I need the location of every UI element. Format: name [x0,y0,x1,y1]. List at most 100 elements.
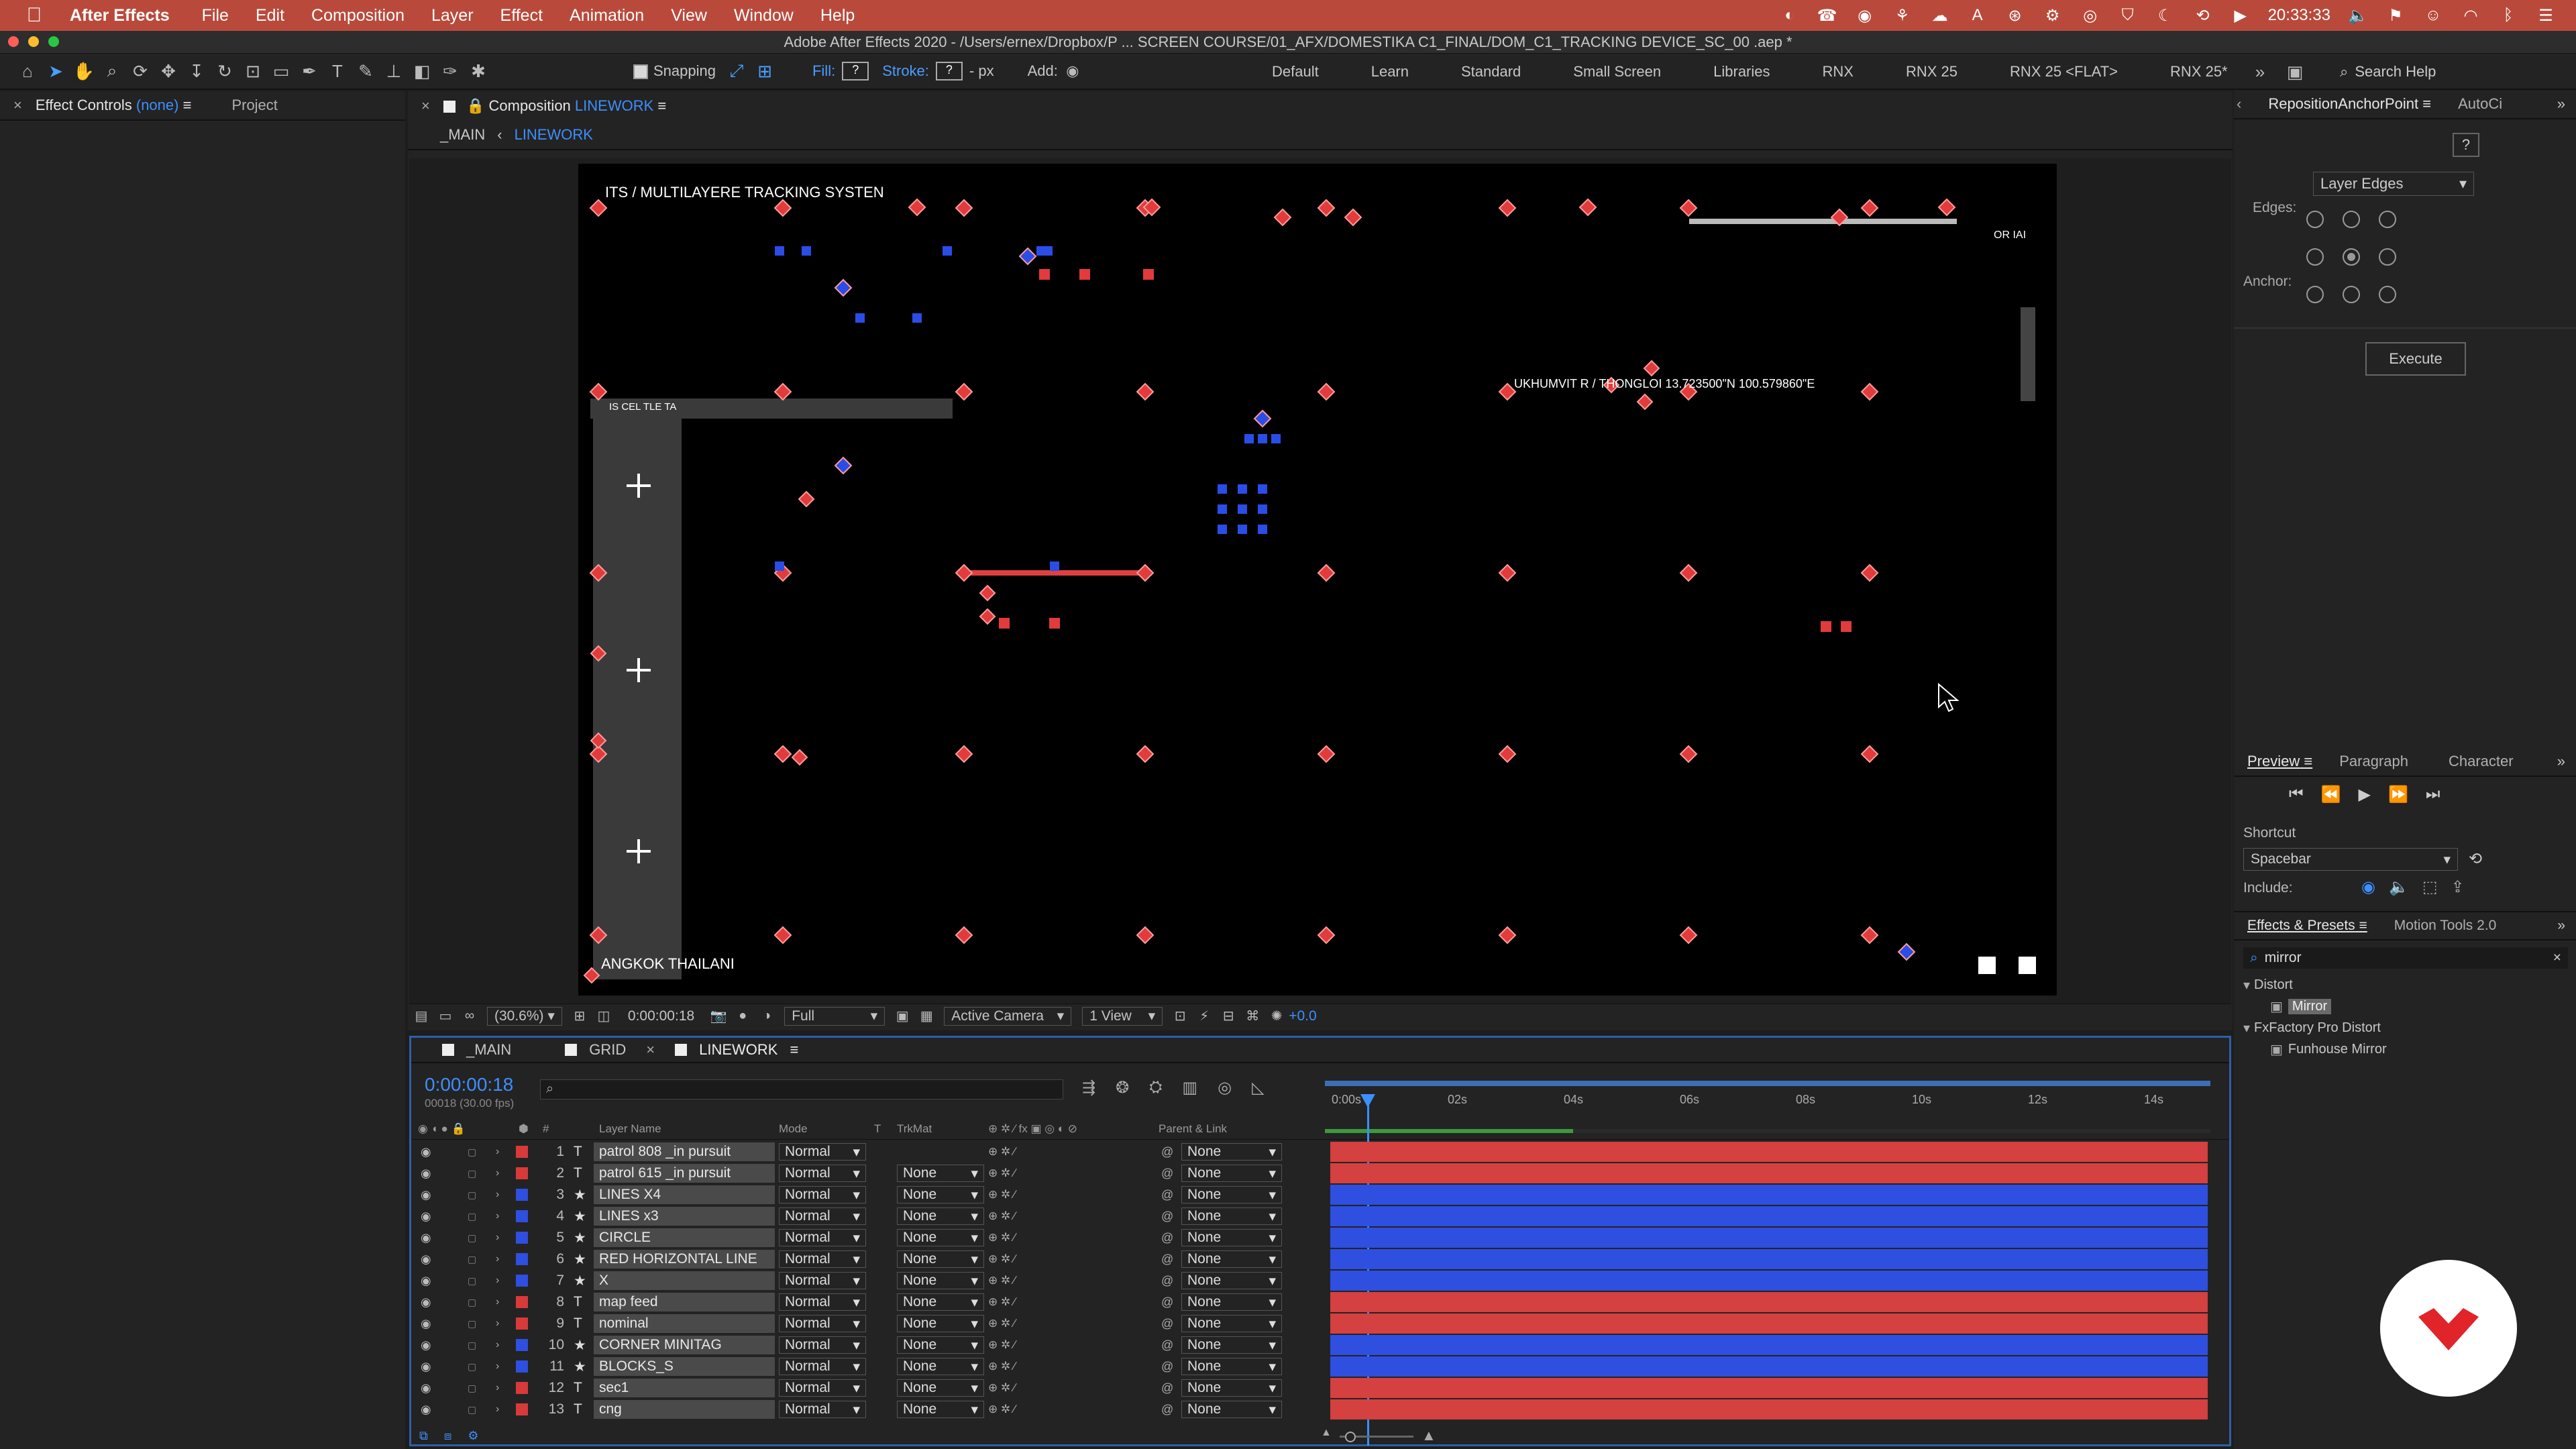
tab-composition[interactable]: 🔒 Composition LINEWORK ≡ [430,97,680,115]
twirl-chevron-icon[interactable]: › [496,1403,499,1415]
visibility-eye-icon[interactable]: ◉ [421,1295,431,1309]
layer-name[interactable]: X [594,1271,775,1290]
tab-reposition-anchor[interactable]: RepositionAnchorPoint ≡ [2255,95,2445,113]
layer-label-color[interactable] [516,1382,528,1394]
menu-window[interactable]: Window [734,6,794,25]
layer-mode-select[interactable]: Normal ▾ [779,1293,866,1311]
tab-main[interactable]: _MAIN [442,1041,511,1059]
lock-icon[interactable]: 🔒 [466,97,484,114]
visibility-eye-icon[interactable]: ◉ [421,1317,431,1331]
layer-label-color[interactable] [516,1360,528,1373]
solo-icon[interactable]: ▢ [468,1211,476,1222]
layer-parent-select[interactable]: None ▾ [1181,1165,1282,1182]
layer-row[interactable]: ◉ ▢ › 1 Tpatrol 808 _in pursuit Normal ▾ ⊕ ✲ ∕ @… [411,1141,2233,1163]
search-help[interactable]: ⌕ Search Help [2340,60,2568,83]
layer-label-color[interactable] [516,1318,528,1330]
layer-duration-bar[interactable] [1330,1206,2208,1226]
zoom-window-button[interactable] [48,36,59,47]
video-eye-icon[interactable]: ◉ [2361,877,2375,897]
close-icon[interactable]: × [646,1041,655,1059]
pickwhip-icon[interactable]: @ [1161,1317,1173,1331]
first-frame-icon[interactable]: ⏮ [2289,785,2304,804]
layer-name[interactable]: patrol 615 _in pursuit [594,1164,775,1183]
layer-label-color[interactable] [516,1146,528,1158]
twirl-chevron-icon[interactable]: › [496,1210,499,1222]
effect-item[interactable]: ▣ Funhouse Mirror [2243,1038,2572,1060]
toggle-switches-icon[interactable]: ⧉ [419,1429,428,1443]
draft-3d-icon[interactable]: ❂ [1116,1078,1129,1097]
effect-category[interactable]: ▾ FxFactory Pro Distort [2243,1017,2572,1038]
status-icon-1[interactable]: ◐ [1780,5,1800,25]
rotate-tool-icon[interactable]: ↻ [211,57,239,85]
hand-tool-icon[interactable]: ✋ [70,57,98,85]
solo-icon[interactable]: ▢ [468,1404,476,1415]
chevron-left-icon[interactable]: ‹ [2234,95,2241,113]
layer-mode-select[interactable]: Normal ▾ [779,1250,866,1268]
adobe-icon[interactable]: A [1968,5,1988,25]
pickwhip-icon[interactable]: @ [1161,1338,1173,1352]
wifi-icon[interactable]: ◠ [2461,5,2481,25]
tab-character[interactable]: Character [2435,753,2527,770]
layer-parent-select[interactable]: None ▾ [1181,1358,1282,1375]
execute-button[interactable]: Execute [2365,342,2466,376]
layer-label-color[interactable] [516,1339,528,1351]
toggle-render-icon[interactable]: ⚙ [468,1429,478,1443]
export-icon[interactable]: ⇪ [2451,877,2465,897]
anchor-radio[interactable] [2343,211,2360,228]
menu-icon[interactable]: ≡ [2422,95,2431,112]
region-icon[interactable]: ◫ [592,1002,616,1030]
layer-name-header[interactable]: Layer Name [599,1122,661,1136]
shortcut-select[interactable]: Spacebar ▾ [2243,848,2458,871]
layer-name[interactable]: CORNER MINITAG [594,1336,775,1354]
layer-label-color[interactable] [516,1167,528,1179]
next-frame-icon[interactable]: ⏩ [2388,785,2408,804]
visibility-eye-icon[interactable]: ◉ [421,1145,431,1159]
menu-composition[interactable]: Composition [311,6,405,25]
layer-row[interactable]: ◉ ▢ › 10 ★ CORNER MINITAG Normal ▾ None ▾ ⊕ ✲ ∕ @ No… [411,1334,2233,1356]
twirl-chevron-icon[interactable]: › [496,1275,499,1287]
twirl-chevron-icon[interactable]: › [496,1232,499,1244]
menu-animation[interactable]: Animation [570,6,644,25]
tab-effect-controls[interactable]: Effect Controls (none) ≡ [22,97,205,114]
frame-blending-icon[interactable]: ▥ [1182,1078,1197,1097]
layer-parent-select[interactable]: None ▾ [1181,1379,1282,1397]
layer-mode-select[interactable]: Normal ▾ [779,1358,866,1375]
layer-trkmat-select[interactable]: None ▾ [897,1358,984,1375]
layer-row[interactable]: ◉ ▢ › 6 ★ RED HORIZONTAL LINE Normal ▾ None ▾ ⊕ ✲ … [411,1248,2233,1270]
pan-tool-icon[interactable]: ✥ [154,57,182,85]
solo-icon[interactable]: ▢ [468,1146,476,1158]
tab-autoci[interactable]: AutoCi [2445,95,2516,113]
layer-name[interactable]: sec1 [594,1379,775,1397]
solo-icon[interactable]: ▢ [468,1318,476,1330]
effect-item[interactable]: ▣ Mirror [2243,996,2572,1017]
workspace-rnx-25-flat[interactable]: RNX 25 <FLAT> [2010,63,2118,80]
grid-icon[interactable]: ⊞ [568,1002,592,1030]
toggle-pixel-icon[interactable]: ⊡ [1168,1002,1192,1030]
layer-mode-select[interactable]: Normal ▾ [779,1272,866,1289]
anchor-radio[interactable] [2343,248,2360,266]
layer-parent-select[interactable]: None ▾ [1181,1293,1282,1311]
layer-switches[interactable]: ⊕ ✲ ∕ [988,1210,1016,1223]
edges-select[interactable]: Layer Edges ▾ [2313,172,2474,196]
visibility-eye-icon[interactable]: ◉ [421,1360,431,1374]
pickwhip-icon[interactable]: @ [1161,1188,1173,1202]
twirl-chevron-icon[interactable]: › [496,1339,499,1351]
control-center-icon[interactable]: ☰ [2536,5,2556,25]
puppet-tool-icon[interactable]: ✱ [464,57,492,85]
layer-mode-select[interactable]: Normal ▾ [779,1143,866,1161]
visibility-eye-icon[interactable]: ◉ [421,1403,431,1417]
layer-mode-select[interactable]: Normal ▾ [779,1401,866,1418]
play-icon[interactable]: ▶ [2359,785,2371,804]
layer-row[interactable]: ◉ ▢ › 11 ★ BLOCKS_S Normal ▾ None ▾ ⊕ ✲ ∕ @ None ▾ [411,1356,2233,1377]
pickwhip-icon[interactable]: @ [1161,1295,1173,1309]
anchor-radio[interactable] [2343,286,2360,303]
layer-switches[interactable]: ⊕ ✲ ∕ [988,1381,1016,1395]
layer-switches[interactable]: ⊕ ✲ ∕ [988,1274,1016,1287]
layer-name[interactable]: map feed [594,1293,775,1311]
status-icon-4[interactable]: ⚘ [1892,5,1913,25]
layer-label-color[interactable] [516,1296,528,1308]
workspace-rnx[interactable]: RNX [1823,63,1854,80]
timeline-current-time[interactable]: 0:00:00:18 [425,1074,513,1095]
type-tool-icon[interactable]: T [323,57,352,85]
color-icon[interactable]: ◑ [755,1002,779,1030]
